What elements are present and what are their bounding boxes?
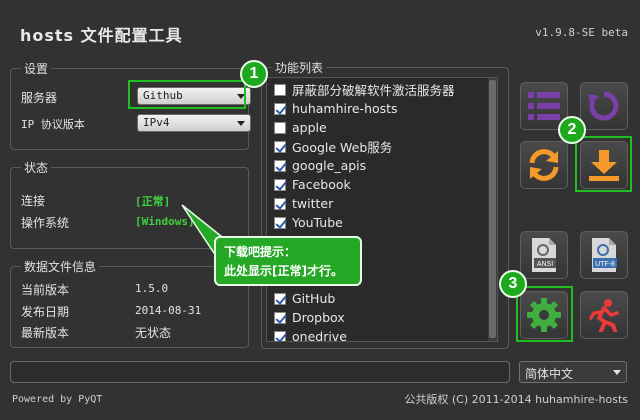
utf8-file-icon: UTF-8: [592, 238, 617, 272]
utf8-button[interactable]: UTF-8: [580, 231, 628, 279]
func-item-label: 屏蔽部分破解软件激活服务器: [292, 83, 455, 98]
func-item-label: GitHub: [292, 291, 336, 306]
powered-by-text: Powered by PyQT: [12, 394, 103, 405]
func-list-item[interactable]: 屏蔽部分破解软件激活服务器: [274, 80, 484, 99]
func-list[interactable]: 屏蔽部分破解软件激活服务器 huhamhire-hosts apple Google …: [266, 77, 498, 342]
func-list-item[interactable]: onedrive: [274, 327, 484, 342]
status-group-title: 状态: [21, 159, 52, 176]
connection-label: 连接: [21, 194, 46, 208]
ansi-button[interactable]: ANSI: [520, 231, 568, 279]
func-item-checkbox[interactable]: [274, 102, 286, 115]
running-man-icon: [589, 299, 619, 332]
current-version-value: 1.5.0: [135, 282, 169, 295]
settings-group-title: 设置: [21, 60, 52, 77]
func-item-label: apple: [292, 120, 327, 135]
func-list-item[interactable]: huhamhire-hosts: [274, 99, 484, 118]
undo-icon: [588, 91, 619, 121]
func-list-item[interactable]: twitter: [274, 194, 484, 213]
func-item-label: google_apis: [292, 158, 367, 173]
func-item-checkbox[interactable]: [274, 121, 286, 134]
ip-version-label: IP 协议版本: [21, 118, 85, 131]
func-item-checkbox[interactable]: [274, 216, 286, 229]
current-version-label: 当前版本: [21, 283, 70, 297]
download-tip-callout: 下载吧提示： 此处显示[正常]才行。: [214, 236, 362, 286]
refresh-button[interactable]: [520, 141, 568, 189]
tooltip-line-1: 下载吧提示：: [224, 245, 297, 259]
release-date-label: 发布日期: [21, 305, 70, 319]
latest-version-label: 最新版本: [21, 326, 70, 340]
status-group: 状态 连接 [正常] 操作系统 [Windows]: [10, 159, 249, 249]
func-list-item[interactable]: Facebook: [274, 175, 484, 194]
backup-button[interactable]: [580, 82, 628, 130]
data-info-group-title: 数据文件信息: [21, 258, 100, 275]
func-item-checkbox[interactable]: [274, 330, 286, 341]
list-scroll-thumb[interactable]: [489, 80, 496, 338]
release-date-value: 2014-08-31: [135, 304, 202, 317]
func-item-label: Facebook: [292, 177, 351, 192]
func-item-label: Google Web服务: [292, 140, 393, 155]
language-select-value: 简体中文: [525, 367, 574, 381]
os-status: [Windows]: [135, 215, 195, 228]
func-item-checkbox[interactable]: [274, 178, 286, 191]
func-item-label: onedrive: [292, 329, 347, 342]
func-item-label: huhamhire-hosts: [292, 101, 398, 116]
copyright-text: 公共版权 (C) 2011-2014 huhamhire-hosts: [404, 393, 628, 406]
os-label: 操作系统: [21, 216, 70, 230]
ansi-file-icon: ANSI: [532, 238, 556, 272]
func-item-checkbox[interactable]: [274, 140, 286, 153]
func-item-checkbox[interactable]: [274, 197, 286, 210]
func-item-checkbox[interactable]: [274, 83, 286, 96]
func-list-item[interactable]: google_apis: [274, 156, 484, 175]
func-item-checkbox[interactable]: [274, 159, 286, 172]
step-badge-1: 1: [240, 60, 268, 88]
func-item-label: YouTube: [292, 215, 343, 230]
settings-highlight: [516, 286, 573, 342]
ip-version-select-value: IPv4: [143, 116, 170, 129]
step-badge-2: 2: [558, 116, 586, 144]
list-icon: [528, 92, 560, 120]
exit-button[interactable]: [580, 291, 628, 339]
ansi-label: ANSI: [537, 261, 553, 268]
latest-version-value: 无状态: [135, 326, 172, 340]
func-list-item[interactable]: GitHub: [274, 289, 484, 308]
server-highlight: [128, 80, 246, 109]
func-list-item[interactable]: apple: [274, 118, 484, 137]
func-list-item[interactable]: Google Web服务: [274, 137, 484, 156]
func-list-item[interactable]: Dropbox: [274, 308, 484, 327]
utf8-label: UTF-8: [595, 261, 615, 268]
func-list-title: 功能列表: [272, 59, 327, 76]
ip-version-select[interactable]: IPv4: [137, 114, 251, 132]
func-item-checkbox[interactable]: [274, 292, 286, 305]
func-item-checkbox[interactable]: [274, 311, 286, 324]
func-item-label: twitter: [292, 196, 334, 211]
language-select[interactable]: 简体中文: [519, 361, 627, 383]
server-label: 服务器: [21, 91, 58, 105]
chevron-down-icon: [237, 121, 245, 126]
chevron-down-icon: [613, 370, 621, 375]
list-scrollbar[interactable]: [488, 78, 497, 341]
step-badge-3: 3: [499, 270, 527, 298]
tooltip-line-2: 此处显示[正常]才行。: [224, 264, 343, 278]
connection-status: [正常]: [135, 195, 171, 208]
func-list-item[interactable]: YouTube: [274, 213, 484, 232]
refresh-icon: [529, 149, 559, 181]
app-title: hosts 文件配置工具: [20, 26, 183, 45]
func-item-label: Dropbox: [292, 310, 345, 325]
download-highlight: [575, 136, 632, 192]
app-version: v1.9.8-SE beta: [535, 26, 628, 39]
progress-bar: [10, 361, 510, 383]
